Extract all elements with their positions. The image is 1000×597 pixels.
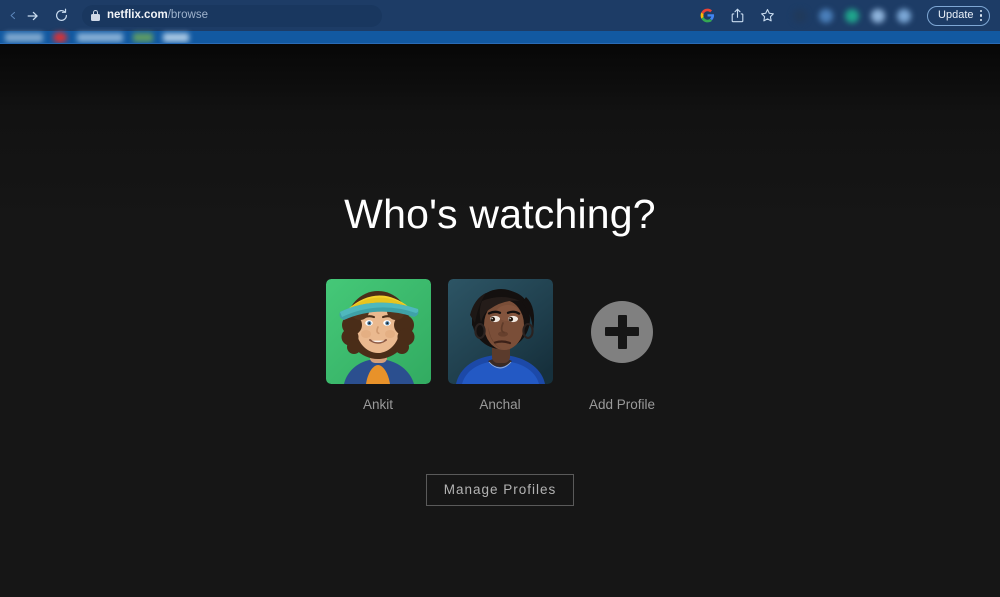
plus-icon <box>591 300 653 363</box>
extension-icon-3[interactable] <box>845 8 860 23</box>
extension-icon-4[interactable] <box>871 8 886 23</box>
profile-name: Ankit <box>362 397 393 412</box>
lock-icon <box>91 10 100 21</box>
share-icon[interactable] <box>727 6 747 26</box>
toolbar-actions: Update <box>697 5 992 26</box>
bookmark-item-1[interactable] <box>5 33 43 42</box>
url-path: /browse <box>167 8 208 21</box>
url-host: netflix.com <box>107 8 168 21</box>
profile-item-anchal[interactable]: Anchal <box>447 279 553 412</box>
extension-icon-2[interactable] <box>819 8 834 23</box>
extension-icon-1[interactable] <box>793 8 808 23</box>
back-button[interactable] <box>8 3 18 29</box>
profile-name: Anchal <box>479 397 521 412</box>
reload-icon <box>55 8 67 21</box>
manage-profiles-button[interactable]: Manage Profiles <box>425 473 575 507</box>
profile-avatar-anchal[interactable] <box>447 279 553 384</box>
browser-chrome: netflix.com/browse Update <box>0 0 1000 44</box>
browser-toolbar: netflix.com/browse Update <box>0 0 1000 31</box>
update-button-label: Update <box>938 9 974 21</box>
netflix-profile-gate: Who's watching? Ankit Anchal Add Profile… <box>0 44 1000 597</box>
bookmark-star-icon[interactable] <box>757 6 777 26</box>
reload-button[interactable] <box>48 3 74 29</box>
extension-icons <box>793 8 912 23</box>
url-text: netflix.com/browse <box>107 8 208 22</box>
page-title: Who's watching? <box>344 191 656 237</box>
add-profile-button[interactable] <box>570 279 675 384</box>
forward-arrow-icon <box>27 11 38 20</box>
address-bar[interactable]: netflix.com/browse <box>82 4 382 27</box>
kebab-menu-icon[interactable] <box>979 9 982 22</box>
forward-button[interactable] <box>20 3 46 29</box>
bookmark-item-2[interactable] <box>53 32 67 43</box>
google-account-icon[interactable] <box>697 6 717 26</box>
update-button[interactable]: Update <box>927 5 990 26</box>
add-profile-item[interactable]: Add Profile <box>570 279 675 412</box>
bookmark-item-4[interactable] <box>133 33 153 42</box>
bookmark-item-5[interactable] <box>163 33 189 42</box>
bookmarks-bar <box>0 31 1000 44</box>
extension-icon-5[interactable] <box>897 8 912 23</box>
add-profile-label: Add Profile <box>588 397 656 412</box>
profile-avatar-ankit[interactable] <box>325 279 431 384</box>
profile-item-ankit[interactable]: Ankit <box>325 279 431 412</box>
profile-list: Ankit Anchal Add Profile <box>325 279 675 412</box>
bookmark-item-3[interactable] <box>77 33 123 42</box>
